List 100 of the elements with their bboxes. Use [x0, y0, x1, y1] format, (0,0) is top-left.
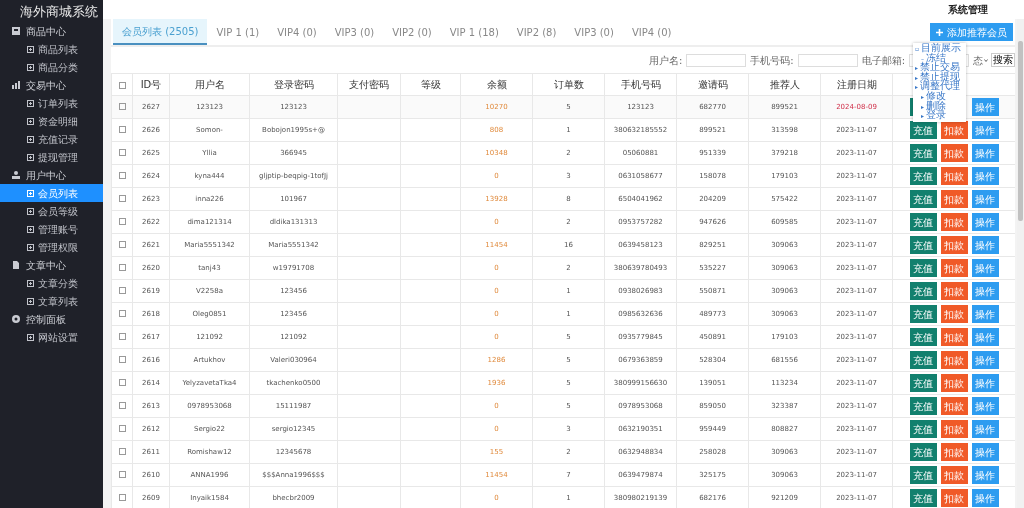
checkbox[interactable]	[118, 218, 126, 226]
deduct-button[interactable]: 扣款	[940, 259, 968, 277]
checkbox[interactable]	[118, 126, 126, 134]
sidebar-item[interactable]: 充值记录	[0, 130, 103, 148]
checkbox[interactable]	[118, 402, 126, 410]
sidebar-item[interactable]: 商品分类	[0, 58, 103, 76]
checkbox[interactable]	[118, 310, 126, 318]
tab[interactable]: VIP 1 (1)	[207, 19, 269, 45]
checkbox[interactable]	[118, 471, 126, 479]
recharge-button[interactable]: 充值	[909, 328, 937, 346]
checkbox[interactable]	[118, 149, 126, 157]
deduct-button[interactable]: 扣款	[940, 190, 968, 208]
scrollbar-thumb[interactable]	[1018, 41, 1023, 221]
operate-button[interactable]: 操作	[971, 213, 999, 231]
tab[interactable]: VIP3 (0)	[565, 19, 623, 45]
checkbox[interactable]	[118, 81, 126, 89]
operate-button[interactable]: 操作	[971, 351, 999, 369]
sidebar-item[interactable]: 会员列表	[0, 184, 103, 202]
recharge-button[interactable]: 充值	[909, 420, 937, 438]
sidebar-group[interactable]: 交易中心	[0, 76, 103, 94]
recharge-button[interactable]: 充值	[909, 213, 937, 231]
sidebar-item[interactable]: 会员等级	[0, 202, 103, 220]
search-button[interactable]: 搜索	[991, 53, 1015, 67]
sidebar-group[interactable]: 控制面板	[0, 310, 103, 328]
operate-button[interactable]: 操作	[971, 121, 999, 139]
sidebar-item[interactable]: 管理权限	[0, 238, 103, 256]
sidebar-item[interactable]: 资金明细	[0, 112, 103, 130]
status-select[interactable]: 态	[973, 53, 989, 67]
checkbox[interactable]	[118, 264, 126, 272]
recharge-button[interactable]: 充值	[909, 305, 937, 323]
checkbox[interactable]	[118, 287, 126, 295]
sidebar-item[interactable]: 商品列表	[0, 40, 103, 58]
recharge-button[interactable]: 充值	[909, 190, 937, 208]
sidebar-item[interactable]: 订单列表	[0, 94, 103, 112]
deduct-button[interactable]: 扣款	[940, 167, 968, 185]
operate-button[interactable]: 操作	[971, 466, 999, 484]
recharge-button[interactable]: 充值	[909, 466, 937, 484]
recharge-button[interactable]: 充值	[909, 167, 937, 185]
sidebar-group[interactable]: 文章中心	[0, 256, 103, 274]
operate-button[interactable]: 操作	[971, 190, 999, 208]
checkbox[interactable]	[118, 379, 126, 387]
sidebar-item[interactable]: 管理账号	[0, 220, 103, 238]
deduct-button[interactable]: 扣款	[940, 397, 968, 415]
tab[interactable]: VIP2 (8)	[507, 19, 566, 45]
recharge-button[interactable]: 充值	[909, 259, 937, 277]
operate-button[interactable]: 操作	[971, 328, 999, 346]
deduct-button[interactable]: 扣款	[940, 328, 968, 346]
checkbox[interactable]	[118, 356, 126, 364]
checkbox[interactable]	[118, 333, 126, 341]
sidebar-item[interactable]: 文章分类	[0, 274, 103, 292]
checkbox[interactable]	[118, 448, 126, 456]
recharge-button[interactable]: 充值	[909, 397, 937, 415]
tab[interactable]: VIP3 (0)	[325, 19, 384, 45]
deduct-button[interactable]: 扣款	[940, 420, 968, 438]
deduct-button[interactable]: 扣款	[940, 374, 968, 392]
checkbox[interactable]	[118, 195, 126, 203]
deduct-button[interactable]: 扣款	[940, 213, 968, 231]
operate-button[interactable]: 操作	[971, 443, 999, 461]
tab[interactable]: 会员列表 (2505)	[113, 19, 208, 45]
deduct-button[interactable]: 扣款	[940, 282, 968, 300]
recharge-button[interactable]: 充值	[909, 121, 937, 139]
recharge-button[interactable]: 充值	[909, 443, 937, 461]
operate-button[interactable]: 操作	[971, 236, 999, 254]
sidebar-item[interactable]: 文章列表	[0, 292, 103, 310]
operate-button[interactable]: 操作	[971, 167, 999, 185]
deduct-button[interactable]: 扣款	[940, 489, 968, 507]
operate-button[interactable]: 操作	[971, 98, 999, 116]
recharge-button[interactable]: 充值	[909, 144, 937, 162]
sidebar-item[interactable]: 提现管理	[0, 148, 103, 166]
operate-button[interactable]: 操作	[971, 305, 999, 323]
deduct-button[interactable]: 扣款	[940, 236, 968, 254]
sidebar-group[interactable]: 用户中心	[0, 166, 103, 184]
deduct-button[interactable]: 扣款	[940, 305, 968, 323]
operate-button[interactable]: 操作	[971, 282, 999, 300]
operate-button[interactable]: 操作	[971, 144, 999, 162]
deduct-button[interactable]: 扣款	[940, 144, 968, 162]
operate-button[interactable]: 操作	[971, 374, 999, 392]
operate-button[interactable]: 操作	[971, 397, 999, 415]
input-field[interactable]	[797, 53, 858, 67]
deduct-button[interactable]: 扣款	[940, 351, 968, 369]
operate-button[interactable]: 操作	[971, 259, 999, 277]
tab[interactable]: VIP 1 (18)	[440, 19, 508, 45]
recharge-button[interactable]: 充值	[909, 351, 937, 369]
checkbox[interactable]	[118, 425, 126, 433]
tab[interactable]: VIP4 (0)	[622, 19, 681, 45]
operate-button[interactable]: 操作	[971, 420, 999, 438]
add-button[interactable]: 添加推荐会员	[930, 23, 1013, 41]
recharge-button[interactable]: 充值	[909, 282, 937, 300]
input-field[interactable]	[686, 53, 747, 67]
checkbox[interactable]	[118, 172, 126, 180]
deduct-button[interactable]: 扣款	[940, 466, 968, 484]
recharge-button[interactable]: 充值	[909, 374, 937, 392]
recharge-button[interactable]: 充值	[909, 489, 937, 507]
checkbox[interactable]	[118, 494, 126, 502]
deduct-button[interactable]: 扣款	[940, 443, 968, 461]
recharge-button[interactable]: 充值	[909, 236, 937, 254]
tab[interactable]: VIP2 (0)	[383, 19, 441, 45]
sidebar-item[interactable]: 网站设置	[0, 328, 103, 346]
operate-button[interactable]: 操作	[971, 489, 999, 507]
sidebar-group[interactable]: 商品中心	[0, 22, 103, 40]
